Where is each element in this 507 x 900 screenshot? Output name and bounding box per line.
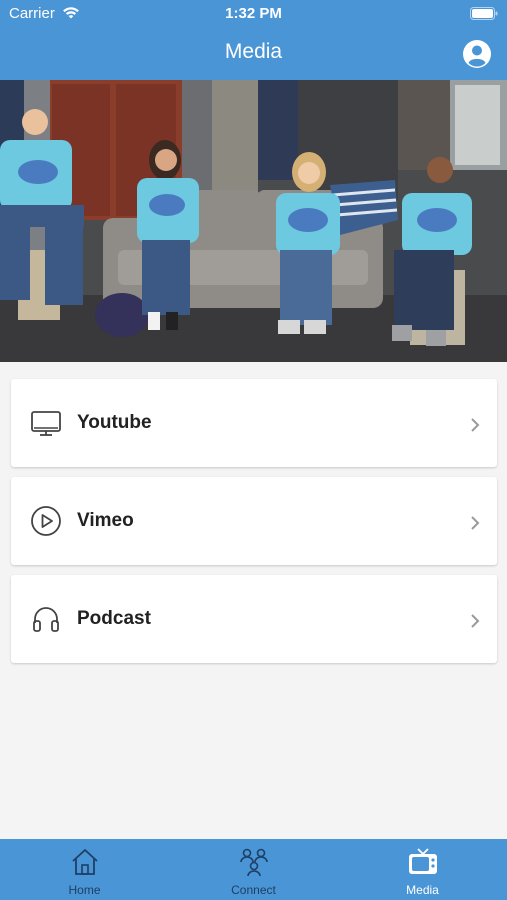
battery-icon (470, 7, 498, 20)
tab-home[interactable]: Home (0, 839, 169, 900)
menu-item-label: Vimeo (77, 510, 134, 531)
people-icon (239, 848, 268, 877)
tv-icon (408, 848, 437, 874)
tab-connect[interactable]: Connect (169, 839, 338, 900)
hero-photo (0, 80, 507, 362)
menu-item-vimeo[interactable]: Vimeo (11, 477, 497, 565)
media-menu: Youtube Vimeo Podcast (11, 379, 497, 673)
menu-item-label: Podcast (77, 608, 151, 629)
chevron-right-icon (471, 614, 480, 628)
menu-item-podcast[interactable]: Podcast (11, 575, 497, 663)
app-screen: Carrier 1:32 PM Media Youtube Vimeo Podc… (0, 0, 507, 900)
headphones-icon (33, 607, 59, 632)
menu-item-youtube[interactable]: Youtube (11, 379, 497, 467)
chevron-right-icon (471, 418, 480, 432)
tab-label: Connect (231, 883, 276, 897)
status-bar: Carrier 1:32 PM (0, 0, 507, 28)
play-circle-icon (31, 506, 61, 536)
status-time: 1:32 PM (225, 5, 282, 22)
tab-label: Media (406, 883, 439, 897)
tab-label: Home (68, 883, 101, 897)
menu-item-label: Youtube (77, 412, 152, 433)
monitor-icon (31, 411, 61, 436)
user-circle-icon[interactable] (462, 39, 492, 69)
top-bar: Carrier 1:32 PM Media (0, 0, 507, 80)
tab-media[interactable]: Media (338, 839, 507, 900)
home-icon (71, 849, 98, 875)
chevron-right-icon (471, 516, 480, 530)
tab-bar: Home Connect Media (0, 839, 507, 900)
page-title: Media (224, 40, 283, 63)
hero-photo-illustration (0, 80, 507, 362)
